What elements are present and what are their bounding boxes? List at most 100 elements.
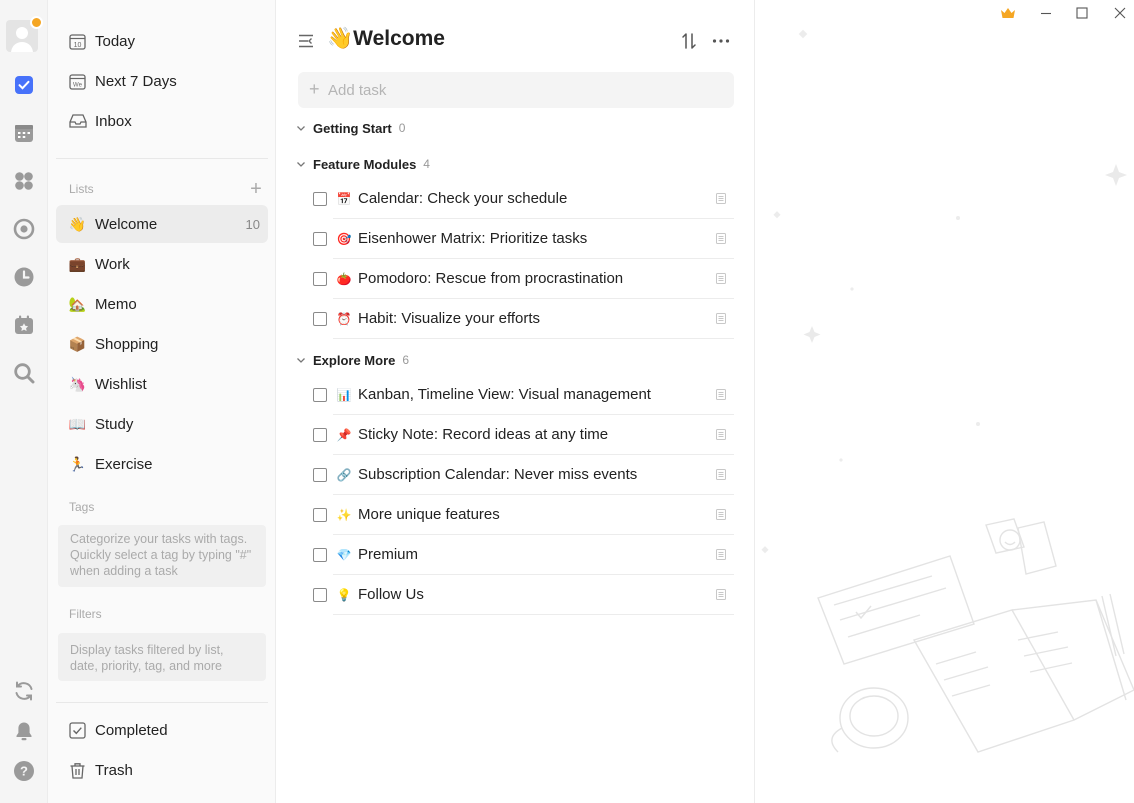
task-row[interactable]: 💡 Follow Us bbox=[310, 575, 734, 615]
pomodoro-icon[interactable] bbox=[10, 215, 38, 243]
task-row[interactable]: ✨ More unique features bbox=[310, 495, 734, 535]
task-row[interactable]: ⏰ Habit: Visualize your efforts bbox=[310, 299, 734, 339]
task-checkbox[interactable] bbox=[313, 192, 327, 206]
tags-header: Tags bbox=[69, 500, 95, 514]
bell-icon[interactable] bbox=[10, 717, 38, 745]
list-emoji: 🏃 bbox=[68, 455, 87, 472]
empty-state-illustration bbox=[761, 29, 1134, 753]
habit-clock-icon[interactable] bbox=[10, 263, 38, 291]
task-checkbox[interactable] bbox=[313, 428, 327, 442]
sidebar-item-today[interactable]: 10 Today bbox=[56, 22, 268, 60]
task-checkbox[interactable] bbox=[313, 508, 327, 522]
note-icon bbox=[716, 193, 726, 204]
task-check-icon[interactable] bbox=[10, 71, 38, 99]
task-row[interactable]: 📌 Sticky Note: Record ideas at any time bbox=[310, 415, 734, 455]
svg-text:?: ? bbox=[20, 764, 28, 779]
task-title: More unique features bbox=[358, 506, 500, 523]
note-icon bbox=[716, 233, 726, 244]
filters-header: Filters bbox=[69, 607, 102, 621]
countdown-icon[interactable] bbox=[10, 311, 38, 339]
group-count: 4 bbox=[423, 157, 430, 171]
chevron-down-icon bbox=[297, 126, 305, 131]
task-title: Premium bbox=[358, 546, 419, 563]
sidebar-item-study[interactable]: 📖 Study bbox=[56, 405, 268, 443]
title-text: Welcome bbox=[353, 27, 445, 50]
matrix-icon[interactable] bbox=[10, 167, 38, 195]
trash-icon bbox=[68, 761, 87, 780]
add-list-button[interactable]: + bbox=[247, 179, 265, 199]
sidebar-item-memo[interactable]: 🏡 Memo bbox=[56, 285, 268, 323]
page-title: 👋Welcome bbox=[327, 27, 445, 51]
task-row[interactable]: 🍅 Pomodoro: Rescue from procrastination bbox=[310, 259, 734, 299]
sidebar-item-exercise[interactable]: 🏃 Exercise bbox=[56, 445, 268, 483]
task-title: Sticky Note: Record ideas at any time bbox=[358, 426, 609, 443]
task-checkbox[interactable] bbox=[313, 312, 327, 326]
sort-icon[interactable] bbox=[679, 31, 699, 51]
task-checkbox[interactable] bbox=[313, 272, 327, 286]
task-title: Habit: Visualize your efforts bbox=[358, 310, 541, 327]
sync-icon[interactable] bbox=[10, 677, 38, 705]
chevron-down-icon bbox=[297, 162, 305, 167]
sidebar-item-welcome[interactable]: 👋 Welcome 10 bbox=[56, 205, 268, 243]
task-row[interactable]: 📅 Calendar: Check your schedule bbox=[310, 179, 734, 219]
sidebar-item-label: Exercise bbox=[95, 455, 153, 473]
more-options-icon[interactable] bbox=[711, 31, 731, 51]
sidebar-item-wishlist[interactable]: 🦄 Wishlist bbox=[56, 365, 268, 403]
note-icon bbox=[716, 313, 726, 324]
premium-badge-icon bbox=[30, 16, 43, 29]
note-icon bbox=[716, 589, 726, 600]
sidebar-item-label: Work bbox=[95, 255, 130, 273]
group-header-feature-modules[interactable]: Feature Modules 4 bbox=[295, 153, 430, 175]
task-emoji: ⏰ bbox=[336, 311, 352, 326]
chevron-down-icon bbox=[297, 358, 305, 363]
task-checkbox[interactable] bbox=[313, 388, 327, 402]
calendar-icon[interactable] bbox=[10, 119, 38, 147]
task-checkbox[interactable] bbox=[313, 548, 327, 562]
note-icon bbox=[716, 273, 726, 284]
sidebar-item-inbox[interactable]: Inbox bbox=[56, 102, 268, 140]
svg-text:We: We bbox=[73, 82, 83, 88]
task-emoji: 💎 bbox=[336, 547, 352, 562]
task-emoji: 🔗 bbox=[336, 467, 352, 482]
task-row[interactable]: 🎯 Eisenhower Matrix: Prioritize tasks bbox=[310, 219, 734, 259]
sidebar-item-next-7-days[interactable]: We Next 7 Days bbox=[56, 62, 268, 100]
sidebar-item-label: Memo bbox=[95, 295, 137, 313]
task-checkbox[interactable] bbox=[313, 468, 327, 482]
list-emoji: 👋 bbox=[68, 215, 87, 232]
list-count: 10 bbox=[245, 216, 260, 232]
task-row[interactable]: 📊 Kanban, Timeline View: Visual manageme… bbox=[310, 375, 734, 415]
sidebar-item-label: Study bbox=[95, 415, 134, 433]
task-checkbox[interactable] bbox=[313, 232, 327, 246]
tags-hint[interactable]: Categorize your tasks with tags. Quickly… bbox=[58, 525, 266, 587]
sidebar-item-trash[interactable]: Trash bbox=[56, 751, 268, 789]
list-emoji: 💼 bbox=[68, 255, 87, 272]
task-title: Subscription Calendar: Never miss events bbox=[358, 466, 638, 483]
task-emoji: 🎯 bbox=[336, 231, 352, 246]
search-icon[interactable] bbox=[10, 359, 38, 387]
sidebar-item-shopping[interactable]: 📦 Shopping bbox=[56, 325, 268, 363]
add-task-input[interactable] bbox=[298, 72, 734, 108]
sidebar-item-completed[interactable]: Completed bbox=[56, 711, 268, 749]
task-checkbox[interactable] bbox=[313, 588, 327, 602]
app-window: ? 10 Today We Next 7 Days Inbox Lists + … bbox=[0, 0, 1134, 803]
collapse-sidebar-icon[interactable] bbox=[297, 32, 315, 50]
sidebar-item-work[interactable]: 💼 Work bbox=[56, 245, 268, 283]
task-row[interactable]: 🔗 Subscription Calendar: Never miss even… bbox=[310, 455, 734, 495]
group-header-explore-more[interactable]: Explore More 6 bbox=[295, 349, 409, 371]
note-icon bbox=[716, 509, 726, 520]
task-emoji: 🍅 bbox=[336, 271, 352, 286]
detail-pane bbox=[756, 0, 1134, 803]
task-row[interactable]: 💎 Premium bbox=[310, 535, 734, 575]
sidebar-item-label: Shopping bbox=[95, 335, 159, 353]
filters-hint[interactable]: Display tasks filtered by list, date, pr… bbox=[58, 633, 266, 681]
divider bbox=[56, 702, 268, 703]
sidebar-item-label: Trash bbox=[95, 761, 133, 779]
note-icon bbox=[716, 469, 726, 480]
sidebar-item-label: Today bbox=[95, 32, 136, 50]
group-header-getting-start[interactable]: Getting Start 0 bbox=[295, 117, 405, 139]
help-icon[interactable]: ? bbox=[10, 757, 38, 785]
completed-check-icon bbox=[68, 721, 87, 740]
group-count: 0 bbox=[398, 121, 406, 135]
lists-header: Lists bbox=[69, 182, 94, 196]
today-calendar-icon: 10 bbox=[68, 32, 87, 51]
